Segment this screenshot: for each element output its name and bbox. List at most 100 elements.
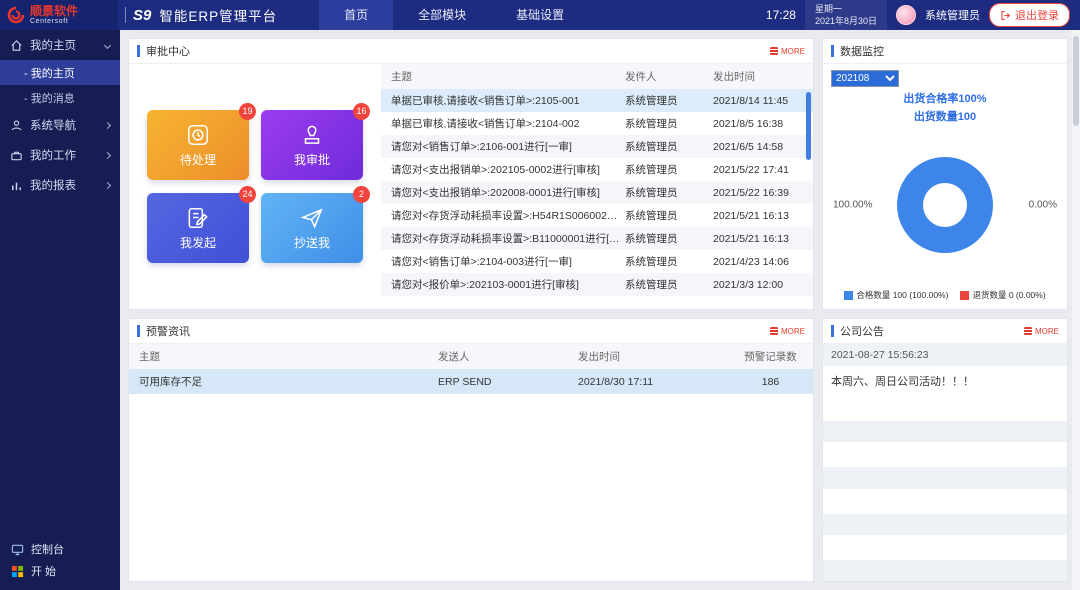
announcement-empty-row [823, 467, 1067, 488]
sidebar-item-my-work[interactable]: 我的工作 [0, 140, 120, 170]
monitor-panel-title: 数据监控 [840, 43, 884, 59]
announcements-panel: 公司公告 MORE 2021-08-27 15:56:23 本周六、周日公司活动… [822, 318, 1068, 582]
console-button[interactable]: 控制台 [0, 538, 120, 560]
product-logo: S9 [133, 7, 151, 24]
clock: 17:28 [766, 8, 796, 22]
start-icon [11, 565, 24, 578]
paper-plane-icon [299, 205, 325, 231]
panel-accent [831, 325, 834, 337]
tile-label: 我发起 [180, 234, 216, 251]
pass-rate-line: 出货合格率100% [831, 90, 1059, 108]
sidebar-item-label: 我的报表 [30, 177, 76, 193]
sidebar-subitem-my-home[interactable]: - 我的主页 [0, 60, 120, 85]
table-row[interactable]: 请您对<销售订单>:2104-003进行[一审] 系统管理员 2021/4/23… [381, 250, 813, 273]
panel-accent [137, 45, 140, 57]
chevron-right-icon [104, 181, 111, 188]
more-icon [770, 327, 778, 335]
tab-all-modules[interactable]: 全部模块 [393, 0, 491, 30]
briefcase-icon [10, 149, 23, 162]
brand-logo: 顺景软件 Centersoft [0, 0, 118, 30]
approval-tiles: 19 待处理 16 [129, 64, 381, 309]
chevron-right-icon [104, 151, 111, 158]
table-row[interactable]: 请您对<销售订单>:2106-001进行[一审] 系统管理员 2021/6/5 … [381, 135, 813, 158]
tile-my-approvals[interactable]: 16 我审批 [261, 110, 363, 180]
app-title: 智能ERP管理平台 [159, 5, 277, 25]
approval-panel-title: 审批中心 [146, 43, 190, 59]
sidebar: 我的主页 - 我的主页 - 我的消息 系统导航 我的工作 我的报表 [0, 30, 120, 590]
shipment-qty-line: 出货数量100 [831, 108, 1059, 126]
centersoft-logo-icon [6, 5, 26, 25]
tile-cc-to-me[interactable]: 2 抄送我 [261, 193, 363, 263]
console-icon [11, 543, 24, 556]
my-approvals-count-badge: 16 [353, 103, 370, 120]
monitor-summary: 出货合格率100% 出货数量100 [831, 90, 1059, 126]
document-edit-icon [185, 205, 211, 231]
donut-ring [897, 157, 993, 253]
chart-legend: 合格数量 100 (100.00%) 退货数量 0 (0.00%) [831, 289, 1059, 301]
sidebar-item-my-home-group[interactable]: 我的主页 [0, 30, 120, 60]
stamp-icon [299, 122, 325, 148]
table-row[interactable]: 请您对<存货浮动耗损率设置>:B11000001进行[审核] 系统管理员 202… [381, 227, 813, 250]
more-icon [770, 47, 778, 55]
table-row[interactable]: 单据已审核,请接收<销售订单>:2104-002 系统管理员 2021/8/5 … [381, 112, 813, 135]
approval-more-link[interactable]: MORE [770, 47, 805, 56]
donut-left-label: 100.00% [833, 199, 872, 210]
donut-chart: 100.00% 0.00% [831, 126, 1059, 283]
sidebar-item-system-nav[interactable]: 系统导航 [0, 110, 120, 140]
divider [125, 7, 126, 23]
table-row[interactable]: 请您对<存货浮动耗损率设置>:H54R1S006002进行[审核] 系统管理员 … [381, 204, 813, 227]
tile-label: 我审批 [294, 151, 330, 168]
announcement-empty-row [823, 514, 1067, 535]
announcements-more-link[interactable]: MORE [1024, 327, 1059, 336]
user-icon [10, 119, 23, 132]
logout-icon [1000, 10, 1011, 21]
top-nav: 首页 全部模块 基础设置 [319, 0, 589, 30]
user-avatar[interactable] [896, 5, 916, 25]
bar-chart-icon [10, 179, 23, 192]
main-content: 审批中心 MORE 19 待处理 [120, 30, 1080, 590]
tile-label: 抄送我 [294, 234, 330, 251]
approval-table-header: 主题 发件人 发出时间 [381, 64, 813, 89]
table-scrollbar[interactable] [806, 92, 811, 160]
sidebar-item-label: 我的工作 [30, 147, 76, 163]
tile-label: 待处理 [180, 151, 216, 168]
brand-name-en: Centersoft [30, 18, 78, 26]
data-monitor-panel: 数据监控 202108 出货合格率100% 出货数量100 100.00% 0.… [822, 38, 1068, 310]
brand-name-cn: 顺景软件 [30, 5, 78, 18]
sidebar-item-label: 系统导航 [30, 117, 76, 133]
start-label: 开 始 [31, 563, 56, 579]
table-row[interactable]: 请您对<支出报销单>:202008-0001进行[审核] 系统管理员 2021/… [381, 181, 813, 204]
announcement-timestamp: 2021-08-27 15:56:23 [823, 344, 1067, 366]
start-button[interactable]: 开 始 [0, 560, 120, 582]
sidebar-subitem-my-messages[interactable]: - 我的消息 [0, 85, 120, 110]
sidebar-item-my-reports[interactable]: 我的报表 [0, 170, 120, 200]
current-user[interactable]: 系统管理员 [925, 7, 980, 23]
top-bar: 顺景软件 Centersoft S9 智能ERP管理平台 首页 全部模块 基础设… [0, 0, 1080, 30]
table-row[interactable]: 请您对<支出报销单>:202105-0002进行[审核] 系统管理员 2021/… [381, 158, 813, 181]
sidebar-item-label: 我的主页 [30, 37, 76, 53]
pending-count-badge: 19 [239, 103, 256, 120]
period-select[interactable]: 202108 [831, 70, 899, 87]
table-row[interactable]: 可用库存不足 ERP SEND 2021/8/30 17:11 186 [129, 369, 813, 394]
date-display: 星期一 2021年8月30日 [805, 0, 887, 30]
tab-basic-settings[interactable]: 基础设置 [491, 0, 589, 30]
table-row[interactable]: 单据已审核,请接收<销售订单>:2105-001 系统管理员 2021/8/14… [381, 89, 813, 112]
table-row[interactable]: 请您对<报价单>:202103-0001进行[审核] 系统管理员 2021/3/… [381, 273, 813, 296]
tab-home[interactable]: 首页 [319, 0, 393, 30]
panel-accent [831, 45, 834, 57]
tile-initiated-by-me[interactable]: 24 我发起 [147, 193, 249, 263]
donut-right-label: 0.00% [1029, 199, 1057, 210]
logout-button[interactable]: 退出登录 [989, 3, 1070, 27]
page-scrollbar-thumb[interactable] [1073, 36, 1079, 126]
announcement-item[interactable]: 本周六、周日公司活动！！！ [823, 366, 1067, 396]
weekday-label: 星期一 [815, 3, 877, 15]
legend-item-returned: 退货数量 0 (0.00%) [960, 289, 1045, 301]
page-scrollbar[interactable] [1072, 30, 1080, 590]
tile-pending[interactable]: 19 待处理 [147, 110, 249, 180]
alerts-panel: 预警资讯 MORE 主题 发送人 发出时间 预警记录数 可用库存不足 ERP S… [128, 318, 814, 582]
alerts-more-link[interactable]: MORE [770, 327, 805, 336]
more-icon [1024, 327, 1032, 335]
chevron-down-icon [104, 41, 111, 48]
alerts-panel-title: 预警资讯 [146, 323, 190, 339]
initiated-count-badge: 24 [239, 186, 256, 203]
